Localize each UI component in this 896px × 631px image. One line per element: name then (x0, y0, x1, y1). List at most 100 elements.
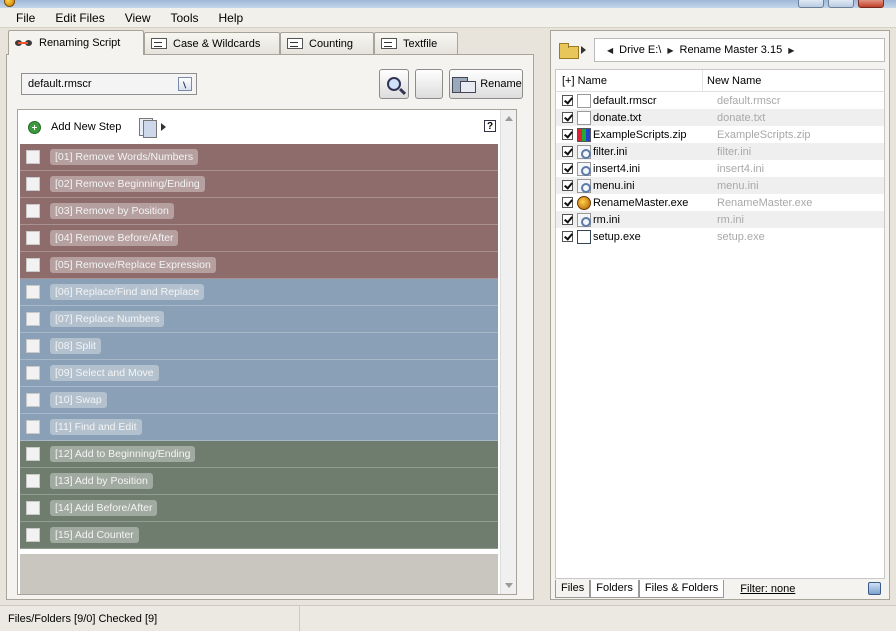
menu-file[interactable]: File (6, 11, 45, 25)
step-label[interactable]: [14] Add Before/After (50, 500, 158, 516)
col-name-header[interactable]: [+] Name (556, 75, 702, 87)
maximize-button[interactable] (828, 0, 854, 8)
minimize-button[interactable] (798, 0, 824, 8)
step-item[interactable]: [09] Select and Move (20, 360, 498, 387)
file-checkbox[interactable] (562, 197, 573, 208)
file-row[interactable]: default.rmscr default.rmscr (556, 92, 884, 109)
file-checkbox[interactable] (562, 214, 573, 225)
step-checkbox[interactable] (26, 258, 40, 272)
tab-renaming-script[interactable]: Renaming Script (8, 30, 144, 55)
step-label[interactable]: [07] Replace Numbers (50, 311, 165, 327)
help-icon[interactable]: ? (484, 120, 496, 132)
step-item[interactable]: [10] Swap (20, 387, 498, 414)
step-label[interactable]: [04] Remove Before/After (50, 230, 179, 246)
file-row[interactable]: menu.ini menu.ini (556, 177, 884, 194)
file-checkbox[interactable] (562, 163, 573, 174)
step-label[interactable]: [12] Add to Beginning/Ending (50, 446, 196, 462)
menu-help[interactable]: Help (209, 11, 254, 25)
blank-button[interactable] (415, 69, 443, 99)
step-label[interactable]: [03] Remove by Position (50, 203, 174, 219)
file-checkbox[interactable] (562, 95, 573, 106)
step-item[interactable]: [03] Remove by Position (20, 198, 498, 225)
tab-textfile[interactable]: Textfile (374, 32, 458, 54)
step-checkbox[interactable] (26, 393, 40, 407)
folder-up-icon[interactable] (559, 42, 579, 59)
arrow-right-icon[interactable] (581, 46, 586, 54)
step-item[interactable]: [13] Add by Position (20, 468, 498, 495)
file-checkbox[interactable] (562, 112, 573, 123)
step-item[interactable]: [14] Add Before/After (20, 495, 498, 522)
step-checkbox[interactable] (26, 204, 40, 218)
step-checkbox[interactable] (26, 420, 40, 434)
step-label[interactable]: [10] Swap (50, 392, 107, 408)
step-checkbox[interactable] (26, 447, 40, 461)
steps-scrollbar[interactable] (500, 110, 516, 594)
step-item[interactable]: [06] Replace/Find and Replace (20, 279, 498, 306)
step-item[interactable]: [11] Find and Edit (20, 414, 498, 441)
step-label[interactable]: [13] Add by Position (50, 473, 153, 489)
breadcrumb-folder[interactable]: Rename Master 3.15 (680, 44, 783, 56)
rename-button[interactable]: Rename (449, 69, 523, 99)
step-label[interactable]: [05] Remove/Replace Expression (50, 257, 216, 273)
file-checkbox[interactable] (562, 180, 573, 191)
step-label[interactable]: [02] Remove Beginning/Ending (50, 176, 205, 192)
step-item[interactable]: [02] Remove Beginning/Ending (20, 171, 498, 198)
step-item[interactable]: [07] Replace Numbers (20, 306, 498, 333)
file-row[interactable]: donate.txt donate.txt (556, 109, 884, 126)
tab-case-wildcards[interactable]: Case & Wildcards (144, 32, 280, 54)
step-checkbox[interactable] (26, 501, 40, 515)
chevron-left-icon[interactable]: ◀ (607, 46, 613, 55)
file-row[interactable]: setup.exe setup.exe (556, 228, 884, 245)
menu-tools[interactable]: Tools (161, 11, 209, 25)
scroll-down-icon[interactable] (505, 583, 513, 588)
file-row[interactable]: RenameMaster.exe RenameMaster.exe (556, 194, 884, 211)
filter-link[interactable]: Filter: none (740, 583, 795, 595)
chevron-right-icon[interactable]: ▶ (788, 46, 794, 55)
copy-steps-icon[interactable] (139, 118, 159, 138)
file-checkbox[interactable] (562, 146, 573, 157)
file-row[interactable]: insert4.ini insert4.ini (556, 160, 884, 177)
step-checkbox[interactable] (26, 177, 40, 191)
settings-icon[interactable] (868, 582, 881, 595)
add-icon[interactable] (28, 120, 41, 134)
step-checkbox[interactable] (26, 150, 40, 164)
step-checkbox[interactable] (26, 474, 40, 488)
tab-counting[interactable]: Counting (280, 32, 374, 54)
step-item[interactable]: [05] Remove/Replace Expression (20, 252, 498, 279)
step-label[interactable]: [11] Find and Edit (50, 419, 142, 435)
tab-folders[interactable]: Folders (590, 580, 639, 598)
file-row[interactable]: rm.ini rm.ini (556, 211, 884, 228)
step-item[interactable]: [15] Add Counter (20, 522, 498, 549)
step-checkbox[interactable] (26, 312, 40, 326)
file-checkbox[interactable] (562, 129, 573, 140)
scroll-up-icon[interactable] (505, 116, 513, 121)
preview-button[interactable] (379, 69, 409, 99)
step-item[interactable]: [12] Add to Beginning/Ending (20, 441, 498, 468)
step-label[interactable]: [01] Remove Words/Numbers (50, 149, 199, 165)
breadcrumb-drive[interactable]: Drive E:\ (619, 44, 661, 56)
script-select[interactable]: default.rmscr (21, 73, 197, 95)
file-row[interactable]: ExampleScripts.zip ExampleScripts.zip (556, 126, 884, 143)
step-item[interactable]: [04] Remove Before/After (20, 225, 498, 252)
menu-edit-files[interactable]: Edit Files (45, 11, 114, 25)
add-new-step-button[interactable]: Add New Step (51, 121, 121, 133)
menu-view[interactable]: View (115, 11, 161, 25)
close-button[interactable] (858, 0, 884, 8)
step-label[interactable]: [06] Replace/Find and Replace (50, 284, 205, 300)
arrow-right-icon[interactable] (161, 123, 167, 131)
step-label[interactable]: [09] Select and Move (50, 365, 159, 381)
step-label[interactable]: [08] Split (50, 338, 101, 354)
step-checkbox[interactable] (26, 285, 40, 299)
step-item[interactable]: [01] Remove Words/Numbers (20, 144, 498, 171)
col-new-name-header[interactable]: New Name (702, 70, 761, 91)
step-checkbox[interactable] (26, 231, 40, 245)
chevron-right-icon[interactable]: ▶ (667, 46, 673, 55)
tab-files-folders[interactable]: Files & Folders (638, 580, 725, 598)
step-item[interactable]: [08] Split (20, 333, 498, 360)
step-checkbox[interactable] (26, 366, 40, 380)
step-label[interactable]: [15] Add Counter (50, 527, 139, 543)
step-checkbox[interactable] (26, 339, 40, 353)
file-row[interactable]: filter.ini filter.ini (556, 143, 884, 160)
tab-files[interactable]: Files (555, 580, 591, 598)
step-checkbox[interactable] (26, 528, 40, 542)
